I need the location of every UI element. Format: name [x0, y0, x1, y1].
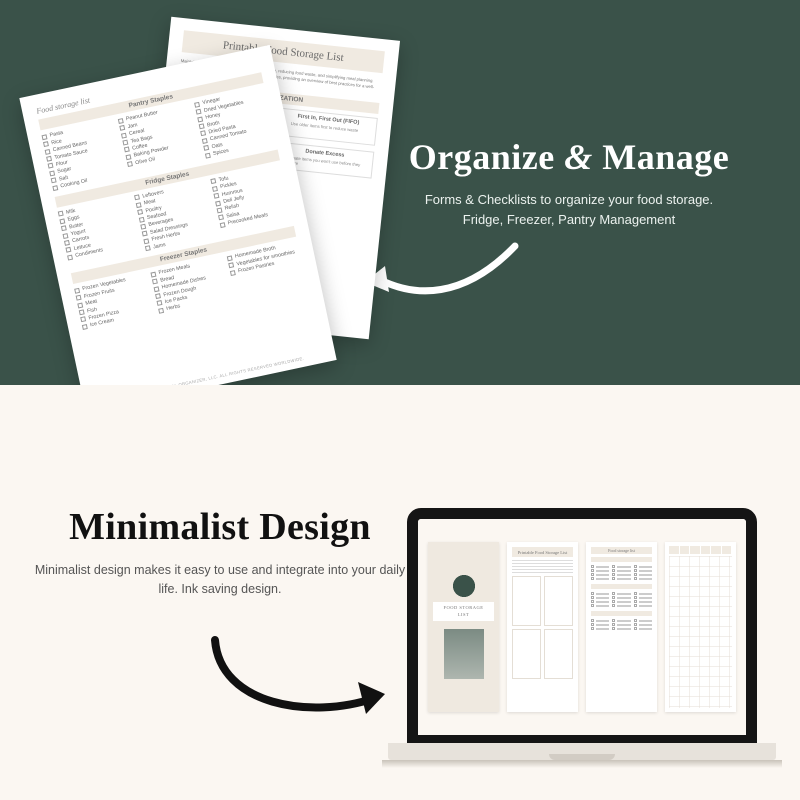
- seal-icon: [453, 575, 475, 597]
- checkbox-icon: [79, 309, 85, 315]
- ampersand: &: [564, 137, 593, 177]
- checkbox-icon: [158, 308, 164, 314]
- top-title-post: Manage: [593, 137, 729, 177]
- checkbox-icon: [76, 295, 82, 301]
- checkbox-icon: [42, 134, 48, 140]
- top-title: Organize & Manage: [384, 136, 754, 178]
- checkbox-icon: [45, 149, 51, 155]
- thumbnail-cover-label: FOOD STORAGE LIST: [433, 602, 494, 621]
- checkbox-icon: [80, 317, 86, 323]
- checkbox-icon: [150, 272, 156, 278]
- checkbox-icon: [119, 125, 125, 131]
- checkbox-icon: [202, 138, 208, 144]
- checkbox-icon: [139, 216, 145, 222]
- thumbnail-table-grid: [669, 556, 732, 708]
- checkbox-icon: [199, 123, 205, 129]
- checkbox-icon: [228, 263, 234, 269]
- checkbox-icon: [58, 211, 64, 217]
- checkbox-icon: [227, 255, 233, 261]
- checkbox-icon: [49, 170, 55, 176]
- checkbox-icon: [62, 233, 68, 239]
- checkbox-icon: [46, 156, 52, 162]
- checkbox-icon: [121, 132, 127, 138]
- checkbox-icon: [215, 200, 221, 206]
- checkbox-icon: [214, 193, 220, 199]
- checkbox-icon: [64, 240, 70, 246]
- checkbox-icon: [118, 118, 124, 124]
- checkbox-icon: [217, 207, 223, 213]
- checkbox-icon: [66, 247, 72, 253]
- thumbnail-table-header: [669, 546, 732, 554]
- checkbox-icon: [210, 179, 216, 185]
- thumbnail-title: Printable Food Storage List: [512, 547, 573, 557]
- checkbox-icon: [137, 209, 143, 215]
- thumbnail-text-block: [512, 560, 573, 574]
- bottom-subtitle: Minimalist design makes it easy to use a…: [30, 561, 410, 600]
- curved-arrow-icon: [355, 228, 525, 338]
- checkbox-icon: [152, 279, 158, 285]
- checkbox-icon: [197, 116, 203, 122]
- top-subtitle: Forms & Checklists to organize your food…: [384, 190, 754, 230]
- checklist-label: Herbs: [166, 304, 181, 313]
- checkbox-icon: [145, 245, 151, 251]
- checkbox-icon: [200, 131, 206, 137]
- checkbox-icon: [155, 293, 161, 299]
- checkbox-icon: [203, 145, 209, 151]
- top-text-block: Organize & Manage Forms & Checklists to …: [384, 136, 754, 230]
- thumbnail-grid: [512, 629, 573, 679]
- checkbox-icon: [142, 231, 148, 237]
- bottom-hero-panel: Minimalist Design Minimalist design make…: [0, 385, 800, 800]
- checkbox-icon: [43, 141, 49, 147]
- laptop-screen: FOOD STORAGE LIST Printable Food Storage…: [418, 519, 746, 735]
- checkbox-icon: [136, 202, 142, 208]
- laptop-shadow: [382, 760, 782, 768]
- checkbox-icon: [51, 178, 57, 184]
- thumbnail-page: Food storage list: [586, 542, 657, 712]
- paper-stack-mockup: Printable Food Storage List Maintaining …: [40, 20, 375, 415]
- thumbnail-checklist: [591, 557, 652, 631]
- checkbox-icon: [220, 222, 226, 228]
- thumbnail-cover-image: [444, 629, 484, 679]
- checkbox-icon: [125, 154, 131, 160]
- checkbox-icon: [157, 300, 163, 306]
- thumbnail-title: Food storage list: [591, 547, 652, 554]
- thumbnail-grid: [512, 576, 573, 626]
- top-title-pre: Organize: [409, 137, 564, 177]
- checkbox-icon: [194, 102, 200, 108]
- checkbox-icon: [74, 288, 80, 294]
- checkbox-icon: [230, 270, 236, 276]
- checkbox-icon: [218, 215, 224, 221]
- checkbox-icon: [154, 286, 160, 292]
- bottom-title: Minimalist Design: [30, 505, 410, 549]
- checklist-label: Spices: [213, 148, 230, 157]
- thumbnail-page: Freezer storage list: [665, 542, 736, 712]
- bottom-text-block: Minimalist Design Minimalist design make…: [30, 505, 410, 600]
- thumbnail-cover: FOOD STORAGE LIST: [428, 542, 499, 712]
- checkbox-icon: [67, 254, 73, 260]
- checkbox-icon: [61, 225, 67, 231]
- checkbox-icon: [52, 185, 58, 191]
- checkbox-icon: [143, 238, 149, 244]
- checkbox-icon: [205, 152, 211, 158]
- checkbox-icon: [140, 224, 146, 230]
- checkbox-icon: [134, 195, 140, 201]
- top-hero-panel: Organize & Manage Forms & Checklists to …: [0, 0, 800, 385]
- checkbox-icon: [196, 109, 202, 115]
- checkbox-icon: [122, 140, 128, 146]
- checkbox-icon: [77, 302, 83, 308]
- thumbnail-page: Printable Food Storage List: [507, 542, 578, 712]
- laptop-bezel: FOOD STORAGE LIST Printable Food Storage…: [407, 508, 757, 746]
- info-cell: First In, First Out (FIFO)Use older item…: [278, 107, 378, 145]
- checkbox-icon: [124, 147, 130, 153]
- checkbox-icon: [82, 324, 88, 330]
- checkbox-icon: [59, 218, 65, 224]
- checklist-label: Jams: [153, 242, 167, 251]
- checkbox-icon: [127, 161, 133, 167]
- checkbox-icon: [48, 163, 54, 169]
- laptop-mockup: FOOD STORAGE LIST Printable Food Storage…: [388, 508, 776, 768]
- checkbox-icon: [212, 186, 218, 192]
- curved-arrow-icon: [200, 620, 400, 740]
